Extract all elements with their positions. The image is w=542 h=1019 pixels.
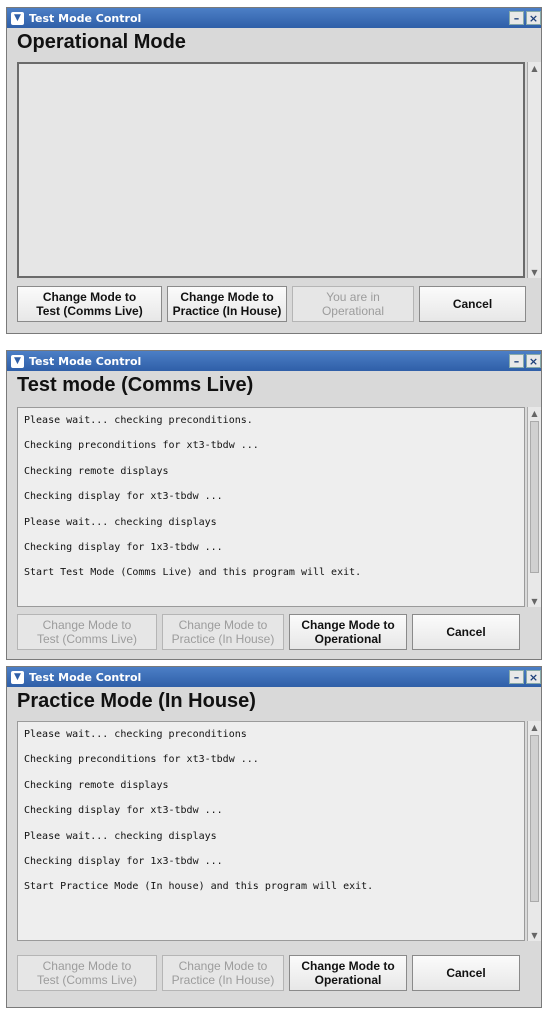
button-row: Change Mode to Test (Comms Live) Change … <box>17 286 527 322</box>
log-line: Checking display for 1x3-tbdw ... <box>24 541 223 553</box>
scroll-up-icon[interactable]: ▲ <box>528 721 541 733</box>
change-to-operational-button[interactable]: Change Mode to Operational <box>289 955 407 991</box>
log-area <box>17 62 525 278</box>
minimize-icon[interactable]: – <box>509 11 524 25</box>
cancel-button[interactable]: Cancel <box>419 286 526 322</box>
window-title: Test Mode Control <box>29 670 142 684</box>
change-to-test-button: Change Mode to Test (Comms Live) <box>17 614 157 650</box>
current-mode-operational-button: You are in Operational <box>292 286 414 322</box>
window-titlebar[interactable]: ▼ Test Mode Control – × <box>7 8 541 28</box>
chevron-down-icon[interactable]: ▼ <box>11 11 24 25</box>
log-area: Please wait... checking preconditions. C… <box>17 407 525 607</box>
cancel-button[interactable]: Cancel <box>412 955 520 991</box>
change-to-practice-button: Change Mode to Practice (In House) <box>162 955 284 991</box>
scroll-thumb[interactable] <box>530 421 539 573</box>
scroll-up-icon[interactable]: ▲ <box>528 407 541 419</box>
change-to-test-button[interactable]: Change Mode to Test (Comms Live) <box>17 286 162 322</box>
test-mode-control-window-practice: ▼ Test Mode Control – × Practice Mode (I… <box>6 666 542 1008</box>
mode-heading: Operational Mode <box>17 31 186 53</box>
change-to-practice-button: Change Mode to Practice (In House) <box>162 614 284 650</box>
log-area: Please wait... checking preconditions Ch… <box>17 721 525 941</box>
mode-heading: Practice Mode (In House) <box>17 690 256 712</box>
log-line: Please wait... checking preconditions <box>24 729 247 740</box>
log-line: Checking remote displays <box>24 779 169 791</box>
chevron-down-icon[interactable]: ▼ <box>11 354 24 368</box>
minimize-icon[interactable]: – <box>509 354 524 368</box>
log-line: Checking preconditions for xt3-tbdw ... <box>24 754 259 766</box>
scroll-down-icon[interactable]: ▼ <box>528 266 541 278</box>
scroll-down-icon[interactable]: ▼ <box>528 929 541 941</box>
change-to-test-button: Change Mode to Test (Comms Live) <box>17 955 157 991</box>
mode-heading: Test mode (Comms Live) <box>17 374 254 396</box>
close-icon[interactable]: × <box>526 354 541 368</box>
log-scrollbar[interactable]: ▲ ▼ <box>527 721 541 941</box>
log-line: Please wait... checking displays <box>24 830 217 842</box>
scroll-down-icon[interactable]: ▼ <box>528 595 541 607</box>
chevron-down-icon[interactable]: ▼ <box>11 670 24 684</box>
cancel-button[interactable]: Cancel <box>412 614 520 650</box>
log-line: Checking remote displays <box>24 465 169 477</box>
log-line: Please wait... checking displays <box>24 516 217 528</box>
log-scrollbar[interactable]: ▲ ▼ <box>527 62 541 278</box>
scroll-up-icon[interactable]: ▲ <box>528 62 541 74</box>
test-mode-control-window-test: ▼ Test Mode Control – × Test mode (Comms… <box>6 350 542 660</box>
change-to-operational-button[interactable]: Change Mode to Operational <box>289 614 407 650</box>
log-line: Checking display for 1x3-tbdw ... <box>24 855 223 867</box>
button-row: Change Mode to Test (Comms Live) Change … <box>17 614 527 650</box>
test-mode-control-window-operational: ▼ Test Mode Control – × Operational Mode… <box>6 7 542 334</box>
log-line: Start Test Mode (Comms Live) and this pr… <box>24 567 362 579</box>
window-title: Test Mode Control <box>29 11 142 25</box>
window-title: Test Mode Control <box>29 354 142 368</box>
minimize-icon[interactable]: – <box>509 670 524 684</box>
scroll-thumb[interactable] <box>530 735 539 902</box>
window-titlebar[interactable]: ▼ Test Mode Control – × <box>7 351 541 371</box>
log-scrollbar[interactable]: ▲ ▼ <box>527 407 541 607</box>
log-line: Please wait... checking preconditions. <box>24 415 253 426</box>
log-line: Checking display for xt3-tbdw ... <box>24 805 223 817</box>
close-icon[interactable]: × <box>526 670 541 684</box>
change-to-practice-button[interactable]: Change Mode to Practice (In House) <box>167 286 287 322</box>
log-line: Checking display for xt3-tbdw ... <box>24 491 223 503</box>
close-icon[interactable]: × <box>526 11 541 25</box>
log-line: Start Practice Mode (In house) and this … <box>24 881 374 893</box>
log-line: Checking preconditions for xt3-tbdw ... <box>24 440 259 452</box>
button-row: Change Mode to Test (Comms Live) Change … <box>17 955 527 991</box>
window-titlebar[interactable]: ▼ Test Mode Control – × <box>7 667 541 687</box>
